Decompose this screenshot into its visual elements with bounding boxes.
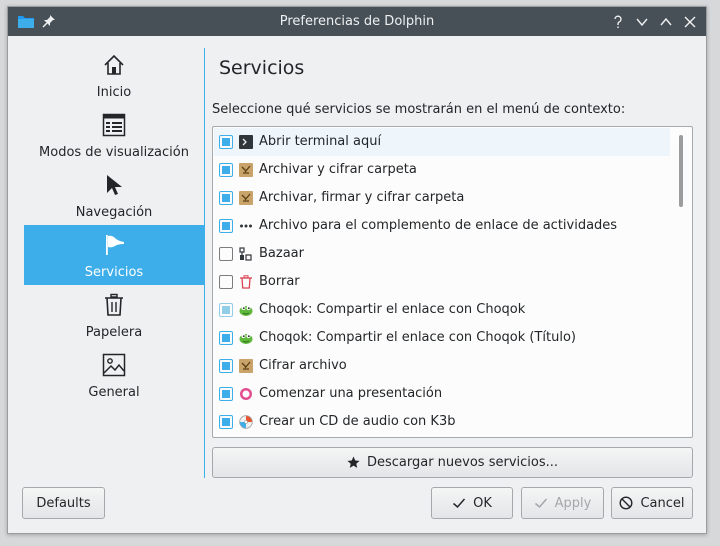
close-icon[interactable] — [680, 12, 700, 32]
sidebar-item-inicio[interactable]: Inicio — [24, 45, 204, 105]
list-item[interactable]: Comenzar una presentación — [214, 380, 670, 408]
services-list[interactable]: Abrir terminal aquí Archivar y cifrar ca… — [212, 126, 693, 438]
view-modes-icon — [102, 113, 126, 137]
delete-icon — [239, 275, 253, 289]
list-item[interactable]: Abrir terminal aquí — [214, 128, 670, 156]
list-item[interactable]: Archivo para el complemento de enlace de… — [214, 212, 670, 240]
defaults-button[interactable]: Defaults — [22, 487, 105, 519]
flag-icon — [102, 233, 126, 257]
sidebar-item-label: Servicios — [84, 265, 144, 280]
trash-icon — [102, 293, 126, 317]
check-icon — [452, 496, 466, 510]
service-checkbox[interactable] — [219, 219, 233, 233]
cursor-icon — [102, 173, 126, 197]
star-icon — [347, 456, 360, 469]
window-title: Preferencias de Dolphin — [279, 14, 435, 29]
maximize-icon[interactable] — [656, 12, 676, 32]
sidebar-item-label: General — [88, 385, 140, 400]
sidebar-item-general[interactable]: General — [24, 345, 204, 405]
archive-encrypt-icon — [239, 163, 253, 177]
service-checkbox[interactable] — [219, 387, 233, 401]
download-services-button[interactable]: Descargar nuevos servicios... — [212, 447, 693, 478]
sidebar-separator — [204, 48, 205, 478]
apply-button[interactable]: Apply — [521, 487, 604, 519]
presentation-icon — [239, 387, 253, 401]
sidebar-item-label: Papelera — [85, 325, 143, 340]
cancel-button[interactable]: Cancel — [611, 487, 693, 519]
activities-icon — [239, 219, 253, 233]
cancel-icon — [619, 496, 633, 510]
minimize-icon[interactable] — [632, 12, 652, 32]
list-item[interactable]: Archivar y cifrar carpeta — [214, 156, 670, 184]
service-checkbox[interactable] — [219, 331, 233, 345]
sidebar-item-label: Modos de visualización — [39, 145, 189, 160]
preferences-window: Preferencias de Dolphin Inicio Modos de … — [7, 6, 707, 534]
encrypt-file-icon — [239, 359, 253, 373]
sidebar-item-papelera[interactable]: Papelera — [24, 285, 204, 345]
terminal-icon — [239, 135, 253, 149]
service-checkbox[interactable] — [219, 359, 233, 373]
home-icon — [102, 53, 126, 77]
sidebar: Inicio Modos de visualización Navegación… — [24, 45, 204, 455]
list-item[interactable]: Cifrar archivo — [214, 352, 670, 380]
image-icon — [102, 353, 126, 377]
titlebar[interactable]: Preferencias de Dolphin — [8, 7, 706, 36]
sidebar-item-modos-de-visualizacion[interactable]: Modos de visualización — [24, 105, 204, 165]
ok-button[interactable]: OK — [431, 487, 513, 519]
choqok-icon — [239, 331, 253, 345]
service-checkbox[interactable] — [219, 275, 233, 289]
services-list-label: Seleccione qué servicios se mostrarán en… — [212, 102, 626, 117]
sidebar-item-servicios[interactable]: Servicios — [24, 225, 204, 285]
list-item[interactable]: Crear un CD de audio con K3b — [214, 408, 670, 436]
check-icon — [534, 496, 548, 510]
sidebar-item-label: Navegación — [75, 205, 153, 220]
scrollbar-handle[interactable] — [679, 135, 683, 207]
list-item[interactable]: Borrar — [214, 268, 670, 296]
list-item[interactable]: Archivar, firmar y cifrar carpeta — [214, 184, 670, 212]
archive-sign-icon — [239, 191, 253, 205]
service-checkbox[interactable] — [219, 415, 233, 429]
service-checkbox[interactable] — [219, 303, 233, 317]
service-checkbox[interactable] — [219, 191, 233, 205]
service-checkbox[interactable] — [219, 163, 233, 177]
service-checkbox[interactable] — [219, 247, 233, 261]
list-item[interactable]: Choqok: Compartir el enlace con Choqok (… — [214, 324, 670, 352]
choqok-icon — [239, 303, 253, 317]
help-icon[interactable] — [608, 12, 628, 32]
sidebar-item-label: Inicio — [96, 85, 132, 100]
service-checkbox[interactable] — [219, 135, 233, 149]
list-item[interactable]: Choqok: Compartir el enlace con Choqok — [214, 296, 670, 324]
list-item[interactable]: Bazaar — [214, 240, 670, 268]
sidebar-item-navegacion[interactable]: Navegación — [24, 165, 204, 225]
k3b-icon — [239, 415, 253, 429]
page-title: Servicios — [219, 57, 305, 79]
bazaar-icon — [239, 247, 253, 261]
